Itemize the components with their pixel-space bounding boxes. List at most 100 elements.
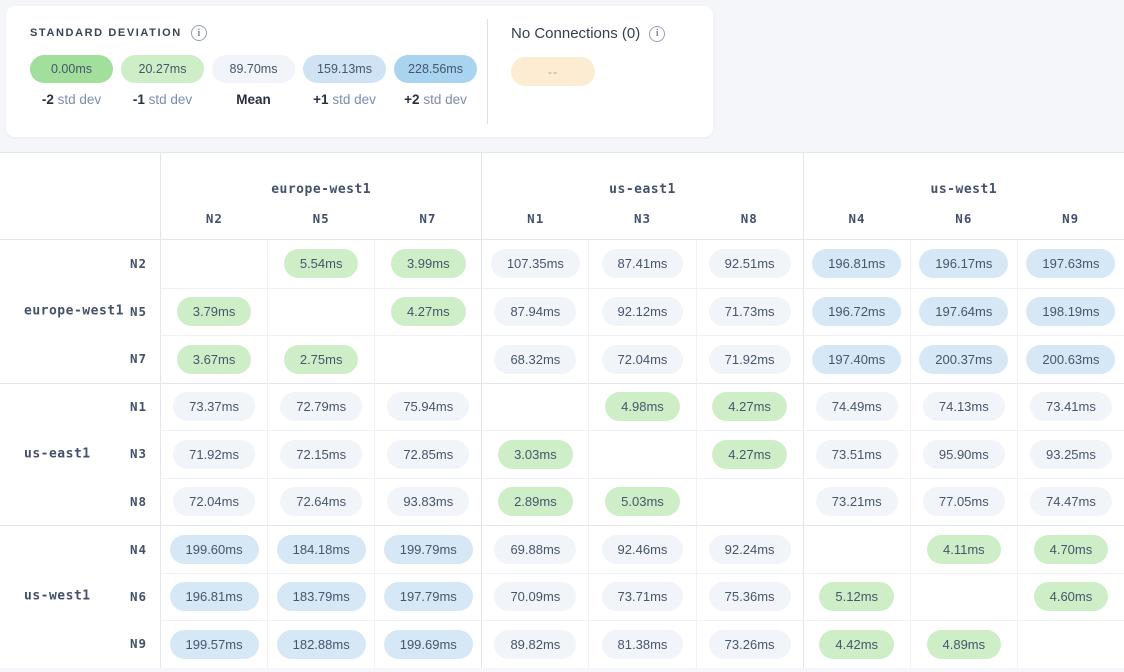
matrix-cell: 196.81ms <box>803 240 910 288</box>
column-node-header: N1 <box>482 211 589 226</box>
matrix-cell: 4.27ms <box>696 383 803 431</box>
matrix-cell: 4.60ms <box>1017 573 1124 621</box>
latency-chip: 72.04ms <box>602 345 684 374</box>
matrix-cell: 2.89ms <box>481 478 588 526</box>
matrix-cell: 199.57ms <box>160 620 267 668</box>
matrix-cell: 196.81ms <box>160 573 267 621</box>
latency-chip: 4.27ms <box>712 440 787 469</box>
latency-chip: 72.64ms <box>280 487 362 516</box>
row-node-header: N7 <box>130 351 147 366</box>
matrix-corner-cell <box>0 153 160 240</box>
latency-chip: 71.73ms <box>709 297 791 326</box>
matrix-cell: 198.19ms <box>1017 288 1124 336</box>
matrix-cell: 72.04ms <box>588 335 695 383</box>
latency-chip: 3.99ms <box>391 249 466 278</box>
matrix-cell: 199.69ms <box>374 620 481 668</box>
latency-chip: 75.94ms <box>387 392 469 421</box>
latency-chip: 74.13ms <box>923 392 1005 421</box>
matrix-cell: 92.24ms <box>696 525 803 573</box>
latency-chip: 5.54ms <box>284 249 359 278</box>
legend-card: STANDARD DEVIATION i 0.00ms-2 std dev20.… <box>6 6 713 137</box>
row-node-header: N2 <box>130 256 147 271</box>
matrix-cell: 69.88ms <box>481 525 588 573</box>
matrix-cell <box>374 335 481 383</box>
matrix-cell: 92.12ms <box>588 288 695 336</box>
matrix-cell: 3.79ms <box>160 288 267 336</box>
no-connections-info-icon[interactable]: i <box>649 26 665 42</box>
row-header-cell: N4 <box>0 525 160 573</box>
matrix-cell: 184.18ms <box>267 525 374 573</box>
latency-chip: 199.79ms <box>384 535 473 564</box>
latency-chip: 81.38ms <box>602 630 684 659</box>
matrix-cell <box>267 288 374 336</box>
row-header-cell: N1 <box>0 383 160 431</box>
latency-chip: 184.18ms <box>277 535 366 564</box>
latency-chip: 73.71ms <box>602 582 684 611</box>
column-node-header: N4 <box>804 211 911 226</box>
column-region-label: us-west1 <box>931 182 998 197</box>
matrix-cell <box>910 573 1017 621</box>
row-node-header: N9 <box>130 636 147 651</box>
matrix-cell <box>1017 620 1124 668</box>
legend-title: STANDARD DEVIATION <box>30 27 182 39</box>
latency-chip: 3.79ms <box>177 297 252 326</box>
latency-chip: 4.89ms <box>927 630 1002 659</box>
matrix-cell: 89.82ms <box>481 620 588 668</box>
latency-chip: 72.15ms <box>280 440 362 469</box>
matrix-cell: 199.79ms <box>374 525 481 573</box>
matrix-cell <box>696 478 803 526</box>
latency-chip: 92.46ms <box>602 535 684 564</box>
latency-chip: 183.79ms <box>277 582 366 611</box>
std-dev-info-icon[interactable]: i <box>191 25 207 41</box>
legend-label: -2 std dev <box>42 92 101 107</box>
row-node-header: N6 <box>130 589 147 604</box>
latency-chip: 92.12ms <box>602 297 684 326</box>
latency-chip: 74.49ms <box>816 392 898 421</box>
latency-chip: 197.40ms <box>812 345 901 374</box>
legend-title-row: STANDARD DEVIATION i <box>30 25 487 41</box>
latency-chip: 2.75ms <box>284 345 359 374</box>
column-region-header: us-east1N1N3N8 <box>481 153 802 240</box>
row-header-cell: N9 <box>0 620 160 668</box>
matrix-cell: 73.21ms <box>803 478 910 526</box>
matrix-cell: 4.42ms <box>803 620 910 668</box>
row-region-label: us-east1 <box>24 446 91 461</box>
legend-label: Mean <box>236 92 271 107</box>
matrix-cell: 4.27ms <box>696 430 803 478</box>
matrix-cell: 73.26ms <box>696 620 803 668</box>
matrix-cell: 4.11ms <box>910 525 1017 573</box>
matrix-cell: 73.51ms <box>803 430 910 478</box>
latency-chip: 197.64ms <box>919 297 1008 326</box>
matrix-cell <box>481 383 588 431</box>
latency-chip: 87.94ms <box>494 297 576 326</box>
latency-chip: 197.63ms <box>1026 249 1115 278</box>
row-header-cell: N8 <box>0 478 160 526</box>
latency-chip: 92.51ms <box>709 249 791 278</box>
row-region-label: us-west1 <box>24 589 91 604</box>
latency-chip: 200.63ms <box>1026 345 1115 374</box>
latency-chip: 73.21ms <box>816 487 898 516</box>
latency-chip: 4.60ms <box>1034 582 1109 611</box>
matrix-cell: 2.75ms <box>267 335 374 383</box>
latency-chip: 73.41ms <box>1030 392 1112 421</box>
latency-chip: 87.41ms <box>602 249 684 278</box>
matrix-cell: 68.32ms <box>481 335 588 383</box>
latency-chip: 3.67ms <box>177 345 252 374</box>
matrix-cell: 74.13ms <box>910 383 1017 431</box>
matrix-cell: 71.73ms <box>696 288 803 336</box>
latency-chip: 4.98ms <box>605 392 680 421</box>
matrix-cell: 74.47ms <box>1017 478 1124 526</box>
column-node-header-row: N2N5N7 <box>161 211 481 226</box>
legend-item: 0.00ms-2 std dev <box>30 55 113 107</box>
column-node-header: N9 <box>1017 211 1124 226</box>
row-node-header: N5 <box>130 304 147 319</box>
latency-chip: 93.83ms <box>387 487 469 516</box>
column-node-header: N8 <box>696 211 803 226</box>
matrix-cell: 72.85ms <box>374 430 481 478</box>
matrix-cell: 74.49ms <box>803 383 910 431</box>
column-node-header: N6 <box>910 211 1017 226</box>
matrix-cell: 87.94ms <box>481 288 588 336</box>
latency-chip: 199.57ms <box>170 630 259 659</box>
row-header-cell: europe-west1N5 <box>0 288 160 336</box>
legend-label: +2 std dev <box>404 92 467 107</box>
